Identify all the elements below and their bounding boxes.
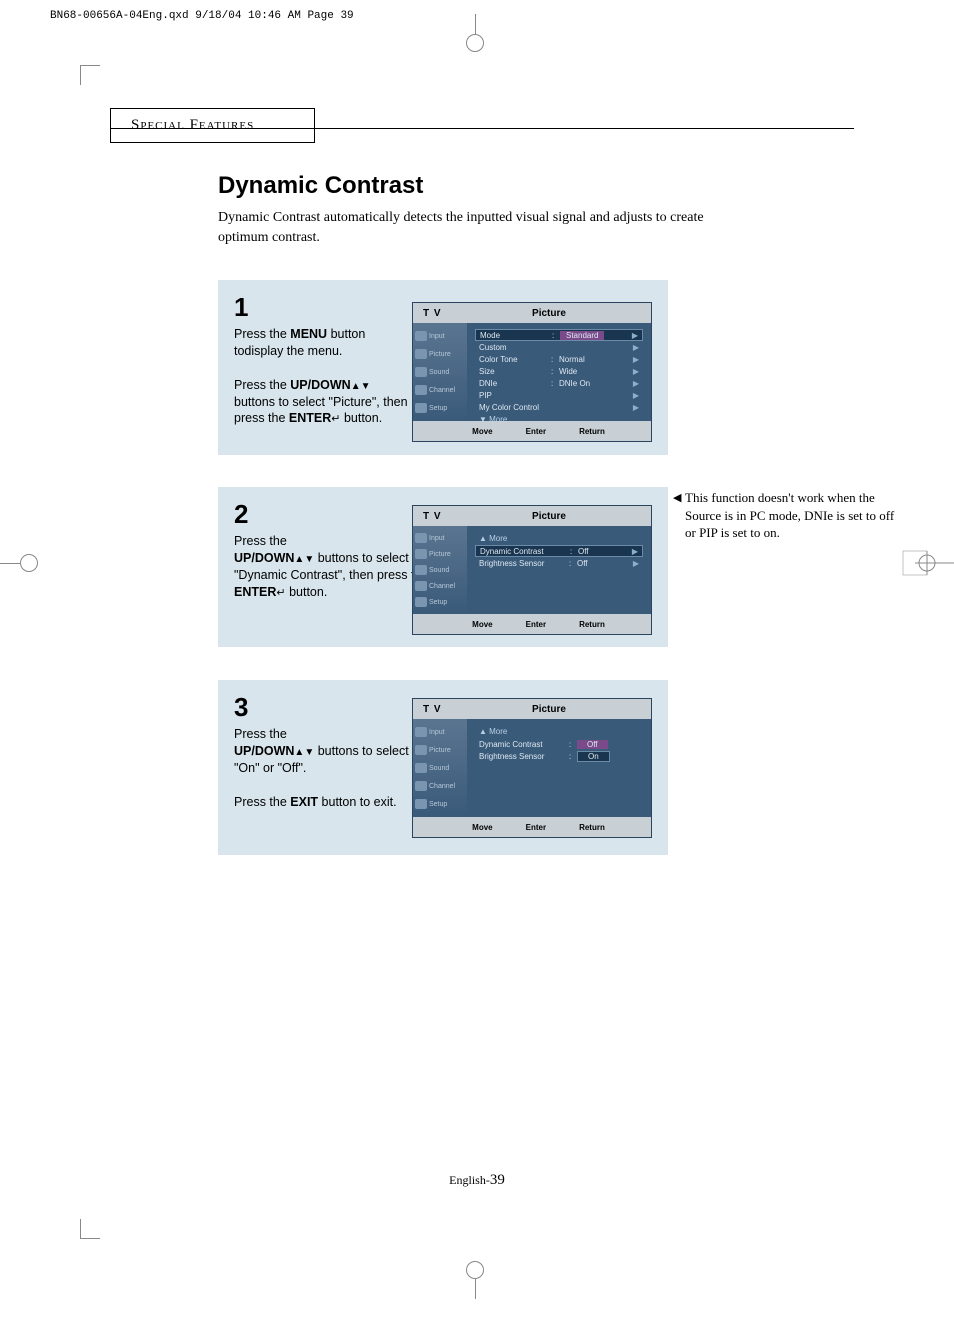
osd-screenshot-3: T V Picture Input Picture Sound Channel … — [412, 698, 652, 838]
print-mark-bottom — [455, 1259, 495, 1299]
osd-menu: Mode:Standard▶ Custom▶ Color Tone:Normal… — [467, 323, 651, 421]
page-footer: English-39 — [0, 1172, 954, 1189]
section-header: Special Features — [110, 108, 315, 143]
osd-tv-label: T V — [413, 704, 467, 715]
print-mark-left — [0, 543, 40, 583]
up-down-icon: ▲▼ — [294, 747, 314, 758]
up-down-icon: ▲▼ — [351, 381, 371, 392]
osd-title: Picture — [467, 511, 651, 522]
osd-screenshot-1: T V Picture Input Picture Sound Channel … — [412, 302, 652, 442]
osd-title: Picture — [467, 704, 651, 715]
step-1: 1 Press the MENU button todisplay the me… — [218, 280, 668, 455]
step-2: 2 Press the UP/DOWN▲▼ buttons to select … — [218, 487, 668, 647]
osd-screenshot-2: T V Picture Input Picture Sound Channel … — [412, 505, 652, 635]
step-text: Press the UP/DOWN▲▼ buttons to select "O… — [234, 726, 409, 810]
osd-sidebar: Input Picture Sound Channel Setup — [413, 526, 467, 614]
print-mark-right — [899, 543, 954, 583]
osd-tv-label: T V — [413, 308, 467, 319]
crop-mark-tl — [80, 65, 100, 85]
prepress-header: BN68-00656A-04Eng.qxd 9/18/04 10:46 AM P… — [50, 10, 354, 22]
step-text: Press the MENU button todisplay the menu… — [234, 326, 409, 427]
osd-tv-label: T V — [413, 511, 467, 522]
up-down-icon: ▲▼ — [294, 554, 314, 565]
page-title: Dynamic Contrast — [218, 172, 423, 200]
osd-menu: ▲ More Dynamic Contrast:Off Brightness S… — [467, 719, 651, 817]
enter-icon: ↵ — [276, 587, 285, 599]
osd-menu: ▲ More Dynamic Contrast:Off▶ Brightness … — [467, 526, 651, 614]
print-mark-top — [455, 14, 495, 54]
crop-mark-bl — [80, 1219, 100, 1239]
osd-footer: Move Enter Return — [413, 614, 651, 634]
side-note: ◀ This function doesn't work when the So… — [685, 489, 900, 542]
step-text: Press the UP/DOWN▲▼ buttons to select "D… — [234, 533, 429, 601]
osd-sidebar: Input Picture Sound Channel Setup — [413, 719, 467, 817]
osd-footer: Move Enter Return — [413, 817, 651, 837]
note-triangle-icon: ◀ — [673, 491, 681, 506]
step-3: 3 Press the UP/DOWN▲▼ buttons to select … — [218, 680, 668, 855]
intro-text: Dynamic Contrast automatically detects t… — [218, 208, 718, 247]
osd-sidebar: Input Picture Sound Channel Setup — [413, 323, 467, 421]
osd-title: Picture — [467, 308, 651, 319]
